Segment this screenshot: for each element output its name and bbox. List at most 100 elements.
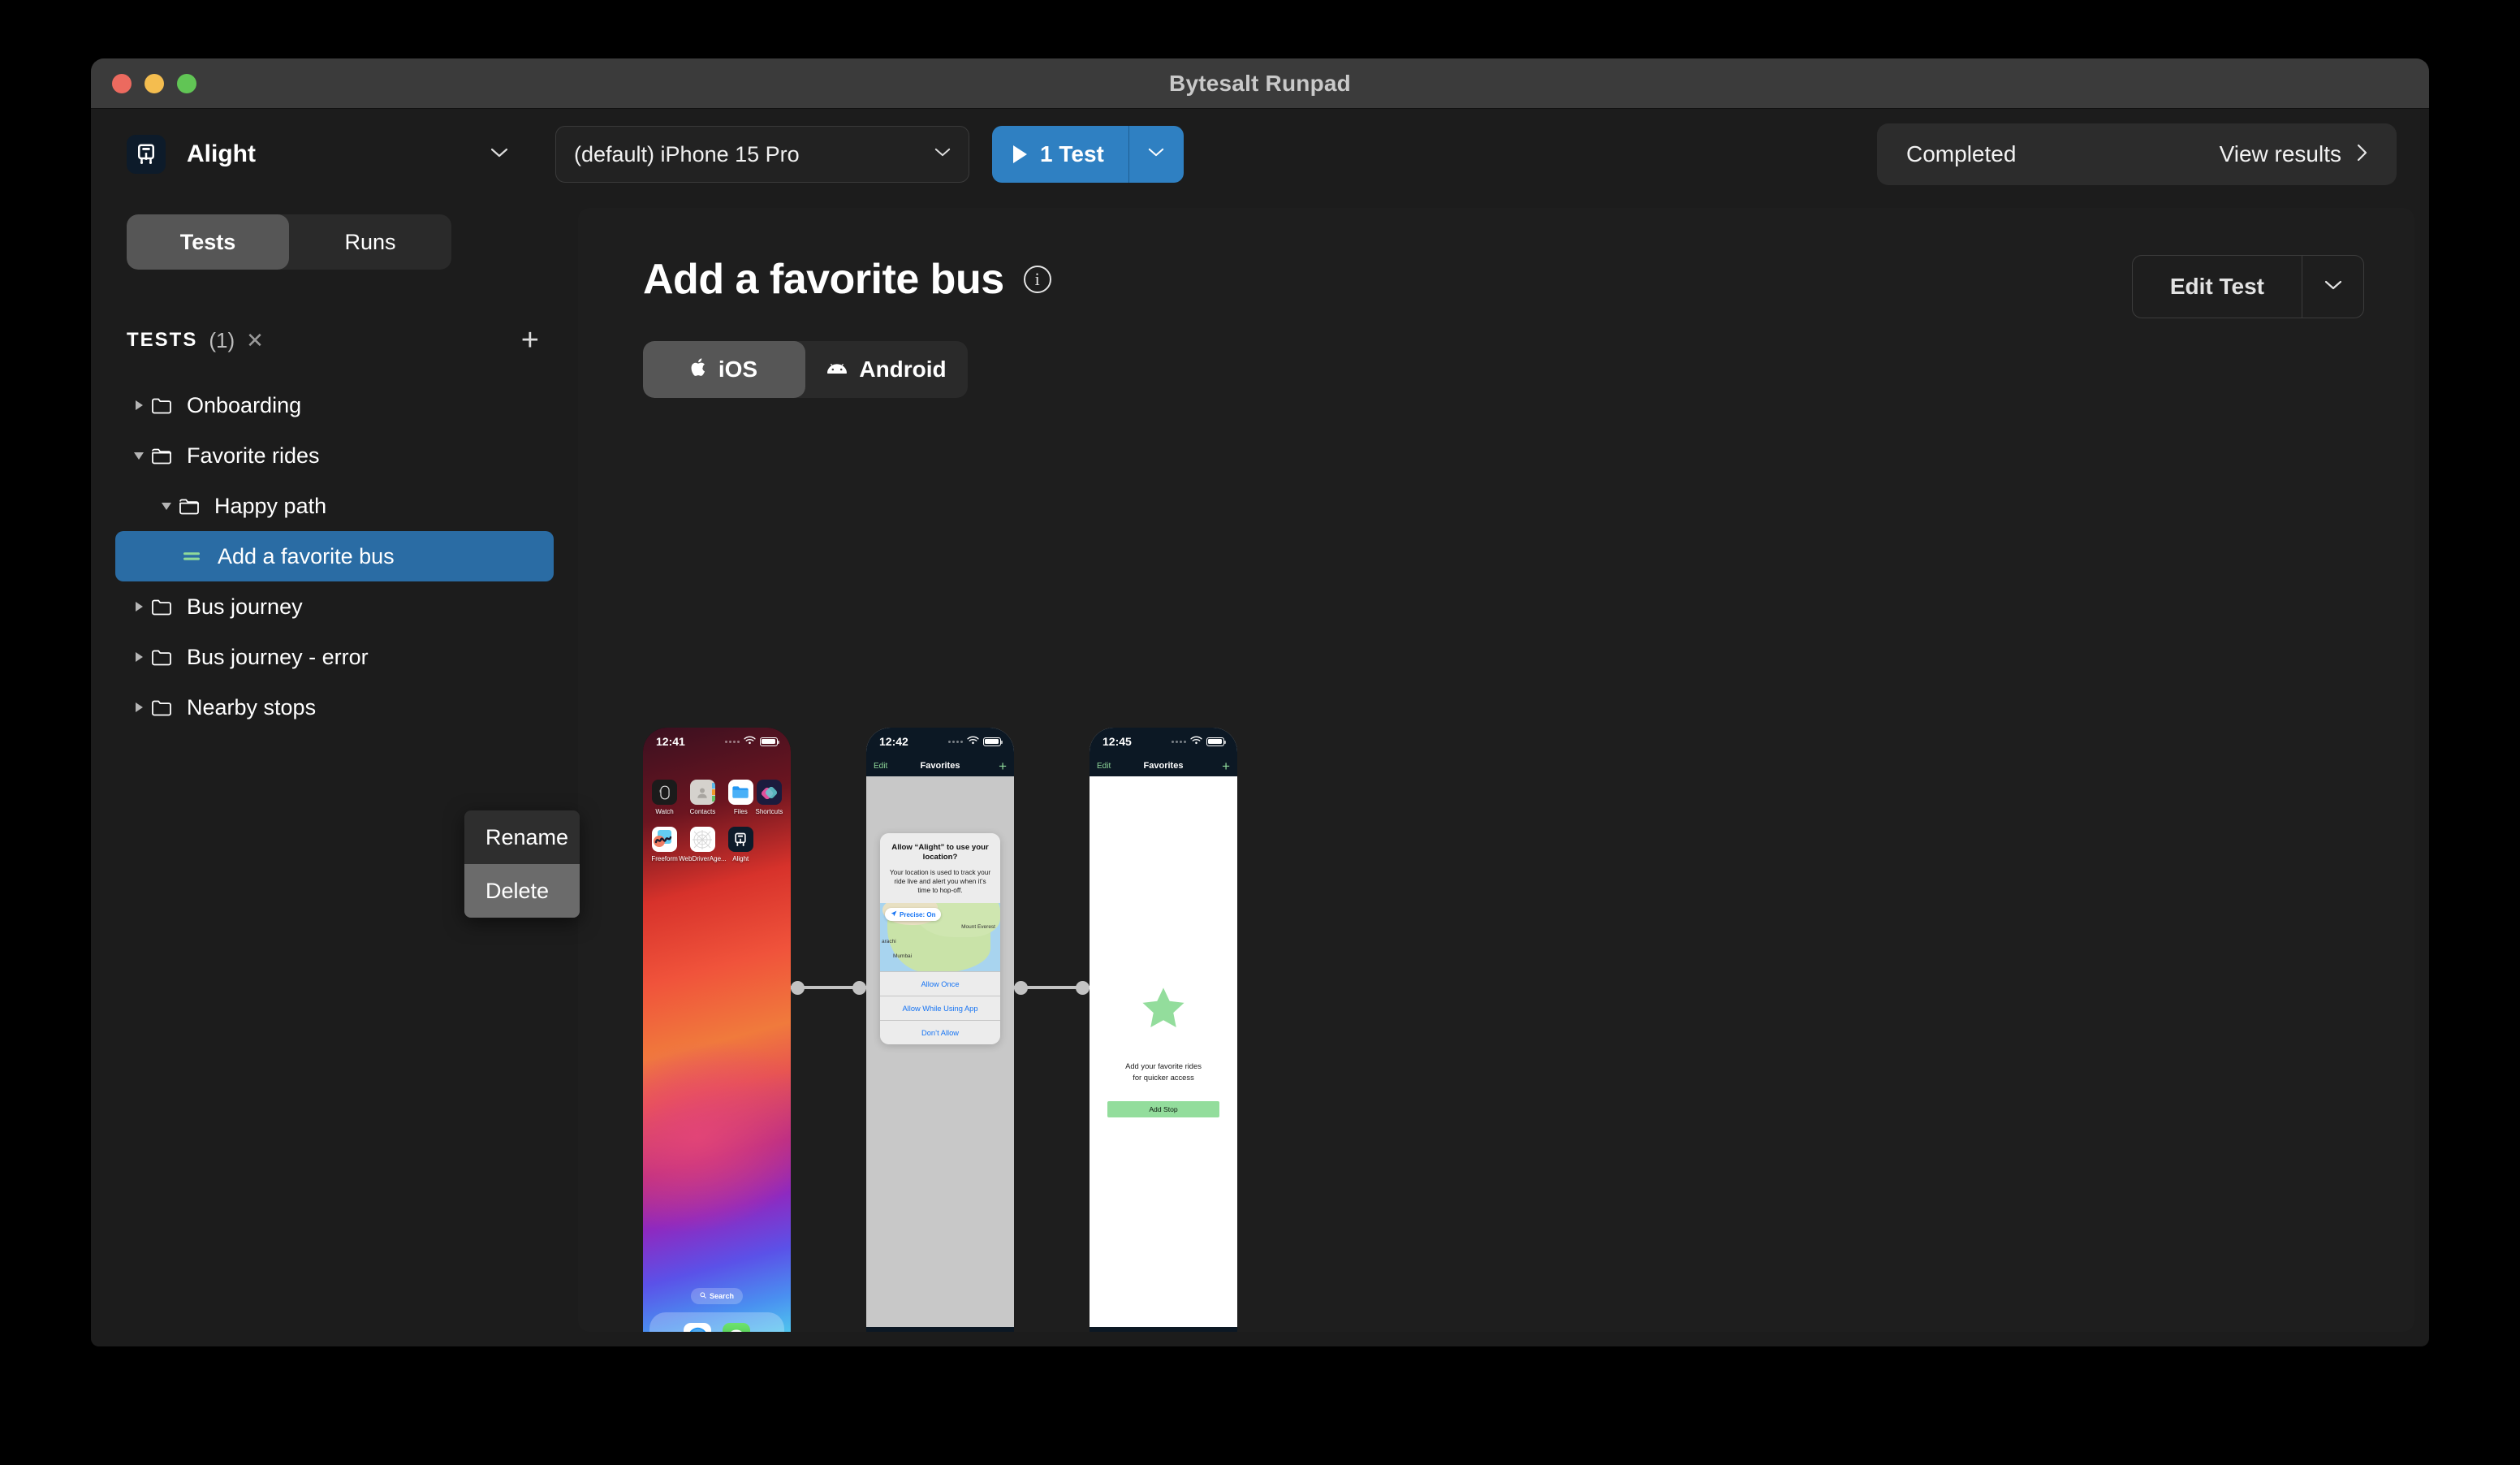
wifi-icon bbox=[744, 734, 756, 749]
edit-test-group: Edit Test bbox=[2131, 255, 2364, 318]
tree-item-favorite-rides[interactable]: Favorite rides bbox=[115, 430, 554, 481]
context-menu-item-label: Rename bbox=[485, 824, 569, 849]
app-files[interactable]: Files bbox=[727, 780, 755, 815]
tree-item-add-a-favorite-bus[interactable]: Add a favorite bus bbox=[115, 531, 554, 581]
folder-icon bbox=[151, 698, 172, 716]
dialog-header: Allow “Alight” to use your location? You… bbox=[880, 833, 1000, 904]
app-label: Shortcuts bbox=[755, 808, 783, 815]
close-icon[interactable]: ✕ bbox=[246, 328, 264, 353]
run-status-banner[interactable]: Completed View results bbox=[1877, 123, 2397, 185]
info-icon[interactable]: i bbox=[1023, 266, 1051, 293]
dialog-map: Precise: On Mount Everest arachi Mumbai bbox=[880, 903, 1000, 972]
tab-runs[interactable]: Runs bbox=[289, 214, 451, 270]
tests-section-caption: TESTS bbox=[127, 329, 198, 351]
context-menu: Rename Delete bbox=[464, 810, 580, 918]
chevron-down-icon[interactable] bbox=[154, 503, 179, 510]
context-menu-item-delete[interactable]: Delete bbox=[464, 864, 580, 918]
platform-segmented-control: iOS Android bbox=[643, 341, 968, 398]
app-contacts[interactable]: Contacts bbox=[679, 780, 727, 815]
tab-bar: Favorites Stops bbox=[1090, 1327, 1237, 1332]
tree-item-label: Happy path bbox=[214, 493, 327, 518]
status-badge: Completed bbox=[1906, 141, 2017, 166]
tree-item-label: Add a favorite bus bbox=[218, 543, 395, 568]
app-alight[interactable]: Alight bbox=[727, 827, 755, 862]
context-menu-item-label: Delete bbox=[485, 878, 550, 903]
device-selector[interactable]: (default) iPhone 15 Pro bbox=[555, 126, 969, 183]
watch-app-icon bbox=[652, 780, 678, 805]
flow-step-location-permission[interactable]: 12:42 Edit Favorites + Allow “Alight” to… bbox=[866, 728, 1014, 1332]
run-tests-button[interactable]: 1 Test bbox=[992, 126, 1128, 183]
edit-test-label: Edit Test bbox=[2169, 274, 2264, 299]
tree-item-bus-journey-error[interactable]: Bus journey - error bbox=[115, 632, 554, 682]
chevron-right-icon[interactable] bbox=[127, 652, 151, 662]
main-header: Add a favorite bus i bbox=[643, 255, 2364, 304]
wifi-icon bbox=[1190, 734, 1202, 749]
run-options-button[interactable] bbox=[1128, 126, 1184, 183]
safari-app-icon[interactable] bbox=[684, 1323, 711, 1332]
status-bar: 12:45 bbox=[1090, 728, 1237, 755]
shortcuts-app-icon bbox=[756, 780, 782, 805]
chevron-right-icon[interactable] bbox=[127, 400, 151, 410]
plus-icon[interactable]: + bbox=[999, 759, 1007, 773]
phone-screen: 12:42 Edit Favorites + Allow “Alight” to… bbox=[866, 728, 1014, 1332]
messages-app-icon[interactable] bbox=[723, 1323, 750, 1332]
app-selector[interactable]: Alight bbox=[127, 126, 508, 183]
chevron-right-icon[interactable] bbox=[127, 702, 151, 712]
connector-node bbox=[1076, 980, 1090, 995]
folder-icon bbox=[151, 648, 172, 666]
signal-icon bbox=[725, 740, 740, 743]
add-stop-button[interactable]: Add Stop bbox=[1107, 1100, 1219, 1117]
allow-while-using-app-button[interactable]: Allow While Using App bbox=[880, 996, 1000, 1020]
home-search-button[interactable]: Search bbox=[690, 1288, 744, 1304]
home-search-label: Search bbox=[709, 1292, 735, 1300]
tab-tests[interactable]: Tests bbox=[127, 214, 289, 270]
tree-item-happy-path[interactable]: Happy path bbox=[115, 481, 554, 531]
chevron-right-icon[interactable] bbox=[127, 602, 151, 611]
app-shortcuts[interactable]: Shortcuts bbox=[755, 780, 783, 815]
app-watch[interactable]: Watch bbox=[650, 780, 679, 815]
tab-android[interactable]: Android bbox=[805, 341, 968, 398]
flow-connector-2 bbox=[1014, 728, 1090, 1247]
battery-icon bbox=[760, 737, 779, 746]
info-glyph: i bbox=[1034, 269, 1040, 289]
sidebar-segmented-control: Tests Runs bbox=[127, 214, 451, 270]
dialog-title: Allow “Alight” to use your location? bbox=[891, 843, 989, 862]
folder-icon bbox=[151, 396, 172, 414]
tab-runs-label: Runs bbox=[344, 229, 396, 254]
tab-ios-label: iOS bbox=[718, 357, 758, 382]
map-label: arachi bbox=[882, 939, 896, 945]
plus-icon[interactable]: + bbox=[521, 325, 539, 356]
tree-item-nearby-stops[interactable]: Nearby stops bbox=[115, 682, 554, 732]
flow-step-favorites-empty[interactable]: 12:45 Edit Favorites + Add your favorite… bbox=[1090, 728, 1237, 1332]
page-title: Add a favorite bus bbox=[643, 256, 1004, 303]
chevron-right-icon bbox=[2356, 144, 2367, 166]
plus-icon[interactable]: + bbox=[1222, 759, 1230, 773]
context-menu-item-rename[interactable]: Rename bbox=[464, 810, 580, 864]
tree-item-bus-journey[interactable]: Bus journey bbox=[115, 581, 554, 632]
flow-step-home-screen[interactable]: 12:41 Watch Contacts Files Shortcuts Fre… bbox=[643, 728, 791, 1332]
app-label: Files bbox=[733, 808, 748, 815]
dont-allow-button[interactable]: Don’t Allow bbox=[880, 1020, 1000, 1044]
edit-test-options-button[interactable] bbox=[2302, 256, 2363, 318]
nav-bar: 12:42 Edit Favorites + bbox=[866, 728, 1014, 776]
allow-once-button[interactable]: Allow Once bbox=[880, 971, 1000, 996]
chevron-down-icon[interactable] bbox=[127, 452, 151, 460]
app-label: Alight bbox=[732, 855, 749, 862]
files-app-icon bbox=[727, 780, 753, 805]
edit-test-button[interactable]: Edit Test bbox=[2133, 256, 2302, 318]
run-tests-group: 1 Test bbox=[992, 126, 1184, 183]
tree-item-onboarding[interactable]: Onboarding bbox=[115, 380, 554, 430]
app-label: Contacts bbox=[689, 808, 716, 815]
tree-item-label: Nearby stops bbox=[187, 694, 317, 720]
app-window: Bytesalt Runpad Alight (default) iPhone bbox=[91, 58, 2429, 1346]
app-empty-slot bbox=[755, 827, 783, 862]
window-title: Bytesalt Runpad bbox=[1169, 70, 1351, 96]
map-label: Mumbai bbox=[893, 953, 913, 960]
app-webdriveragent[interactable]: WebDriverAge... bbox=[679, 827, 727, 862]
tab-ios[interactable]: iOS bbox=[643, 341, 805, 398]
play-icon bbox=[1013, 145, 1027, 163]
view-results-link[interactable]: View results bbox=[2220, 141, 2341, 167]
app-freeform[interactable]: Freeform bbox=[650, 827, 679, 862]
wifi-icon bbox=[967, 734, 979, 749]
android-icon bbox=[826, 357, 848, 382]
